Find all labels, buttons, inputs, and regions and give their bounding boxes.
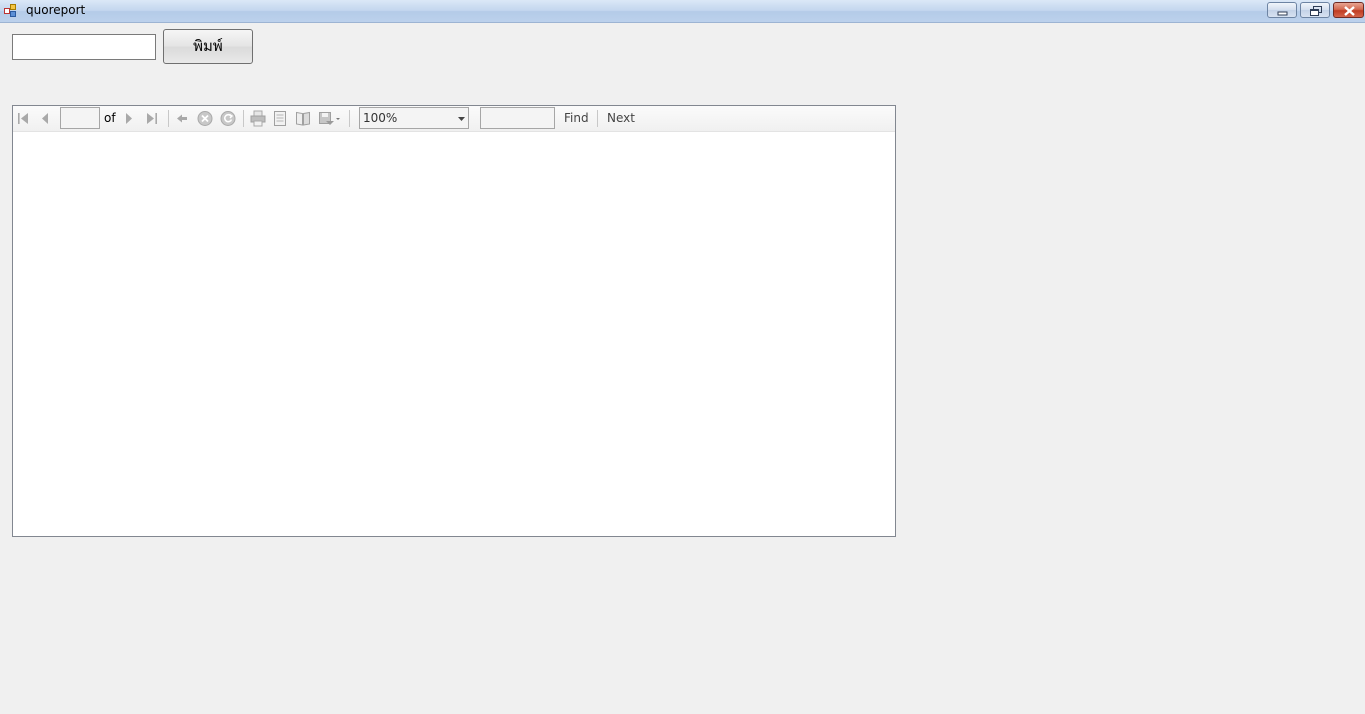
print-layout-icon[interactable] xyxy=(272,106,288,131)
find-next-button[interactable]: Next xyxy=(607,111,635,125)
refresh-icon[interactable] xyxy=(219,106,237,131)
close-icon xyxy=(1344,6,1355,16)
toolbar-separator xyxy=(597,110,598,127)
title-bar[interactable]: quoreport xyxy=(0,0,1365,23)
find-button[interactable]: Find xyxy=(564,111,589,125)
close-button[interactable] xyxy=(1333,2,1364,18)
toolbar-separator xyxy=(349,110,350,127)
print-icon[interactable] xyxy=(249,106,267,131)
quote-id-input[interactable] xyxy=(12,34,156,60)
last-page-icon[interactable] xyxy=(144,106,160,131)
print-button[interactable]: พิมพ์ xyxy=(163,29,253,64)
app-icon xyxy=(4,4,17,17)
restore-icon xyxy=(1310,6,1322,16)
stop-icon[interactable] xyxy=(196,106,214,131)
report-canvas[interactable] xyxy=(13,132,895,536)
page-setup-icon[interactable] xyxy=(294,106,312,131)
page-number-input[interactable] xyxy=(60,107,100,129)
zoom-value: 100% xyxy=(363,111,398,125)
toolbar-separator xyxy=(243,110,244,127)
next-page-icon[interactable] xyxy=(122,106,136,131)
restore-button[interactable] xyxy=(1300,2,1330,18)
minimize-button[interactable] xyxy=(1267,2,1297,18)
export-icon[interactable] xyxy=(317,106,341,131)
report-viewer: of 100% Find Next xyxy=(12,105,896,537)
first-page-icon[interactable] xyxy=(15,106,31,131)
window-title: quoreport xyxy=(26,3,86,17)
find-input[interactable] xyxy=(480,107,555,129)
report-toolbar: of 100% Find Next xyxy=(13,106,895,132)
toolbar-separator xyxy=(168,110,169,127)
zoom-dropdown[interactable]: 100% xyxy=(359,107,469,129)
chevron-down-icon xyxy=(458,117,465,121)
minimize-icon xyxy=(1277,11,1288,16)
previous-page-icon[interactable] xyxy=(38,106,52,131)
back-icon[interactable] xyxy=(174,106,190,131)
page-count-label: of xyxy=(104,111,116,125)
